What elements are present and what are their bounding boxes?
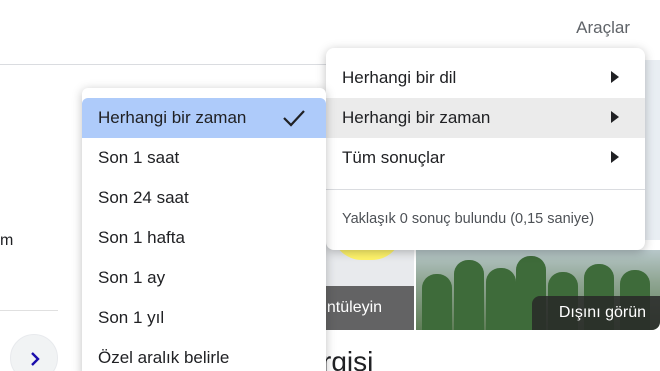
time-option-custom-range[interactable]: Özel aralık belirle <box>82 338 326 371</box>
background-divider <box>0 310 58 311</box>
time-submenu: Herhangi bir zaman Son 1 saat Son 24 saa… <box>82 88 326 371</box>
check-icon <box>283 110 305 127</box>
option-label: Özel aralık belirle <box>98 348 230 367</box>
background-heading: rgisi <box>322 346 374 371</box>
time-option-year[interactable]: Son 1 yıl <box>82 298 326 338</box>
option-label: Son 1 ay <box>98 268 166 287</box>
time-option-any[interactable]: Herhangi bir zaman <box>82 98 326 138</box>
option-label: Son 1 yıl <box>98 308 165 327</box>
tile-label: Dışını görün <box>558 304 646 321</box>
tools-menu: Herhangi bir dil Herhangi bir zaman Tüm … <box>326 48 645 250</box>
tree-shape <box>422 274 452 330</box>
menu-item-label: Herhangi bir dil <box>342 68 457 87</box>
chevron-right-icon <box>31 352 40 366</box>
option-label: Herhangi bir zaman <box>98 108 247 127</box>
arrow-right-icon <box>611 71 619 83</box>
option-label: Son 1 hafta <box>98 228 185 247</box>
option-label: Son 24 saat <box>98 188 189 207</box>
menu-item-results[interactable]: Tüm sonuçlar <box>326 138 645 178</box>
time-option-week[interactable]: Son 1 hafta <box>82 218 326 258</box>
time-option-day[interactable]: Son 24 saat <box>82 178 326 218</box>
menu-item-label: Tüm sonuçlar <box>342 148 445 167</box>
exterior-view-tile[interactable]: Dışını görün <box>416 250 660 330</box>
time-option-hour[interactable]: Son 1 saat <box>82 138 326 178</box>
menu-item-time[interactable]: Herhangi bir zaman <box>326 98 645 138</box>
arrow-right-icon <box>611 111 619 123</box>
tools-button[interactable]: Araçlar <box>576 18 630 38</box>
tile-label: üntüleyin <box>318 299 383 316</box>
option-label: Son 1 saat <box>98 148 180 167</box>
map-preview[interactable] <box>645 60 660 240</box>
menu-divider <box>326 189 645 190</box>
result-stats: Yaklaşık 0 sonuç bulundu (0,15 saniye) <box>342 211 595 227</box>
carousel-next-button[interactable] <box>10 334 58 371</box>
menu-item-label: Herhangi bir zaman <box>342 108 491 127</box>
tree-shape <box>454 260 484 330</box>
background-text-fragment: m <box>0 232 14 249</box>
menu-item-language[interactable]: Herhangi bir dil <box>326 58 645 98</box>
time-option-month[interactable]: Son 1 ay <box>82 258 326 298</box>
tree-shape <box>486 268 516 330</box>
arrow-right-icon <box>611 151 619 163</box>
